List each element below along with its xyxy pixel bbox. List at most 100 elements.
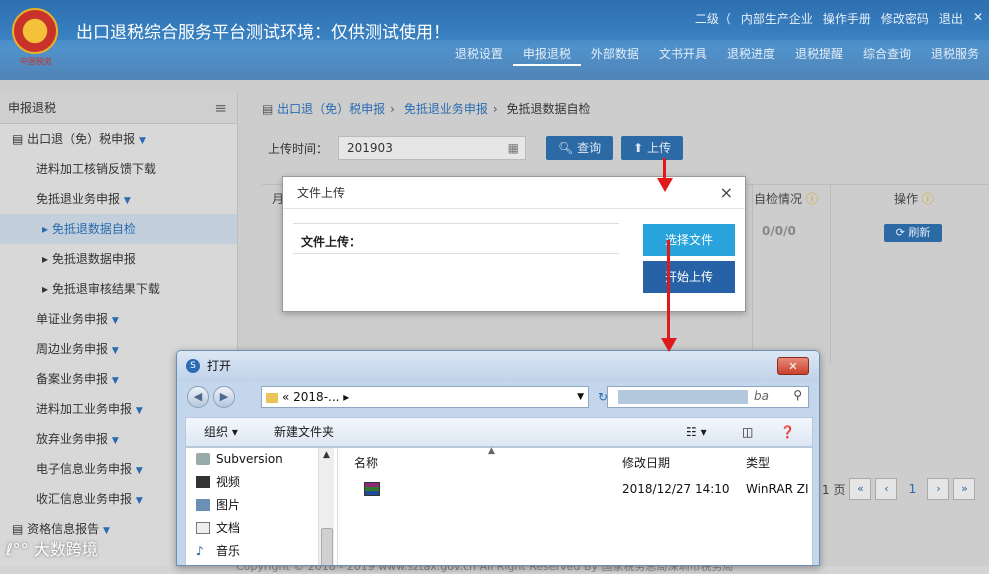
breadcrumb: ▤ 出口退（免）税申报 › 免抵退业务申报 › 免抵退数据自检: [262, 102, 591, 116]
back-icon[interactable]: ◀: [187, 386, 209, 408]
tree-item-subversion[interactable]: Subversion: [186, 448, 337, 471]
col-header-type[interactable]: 类型: [746, 454, 770, 471]
sidebar-item-mdt-self-check[interactable]: ▸ 免抵退数据自检: [0, 214, 237, 244]
file-browser: Subversion 视频 图片 文档 ♪ 音乐 ▲ 名称 ▲ 修改日期 类型 2…: [185, 446, 813, 565]
bullet-icon: ▸: [42, 252, 52, 266]
nav-item-settings[interactable]: 退税设置: [445, 44, 513, 66]
dropdown-arrow-icon[interactable]: ▼: [577, 387, 584, 407]
breadcrumb-item[interactable]: 出口退（免）税申报: [277, 102, 385, 116]
file-type: WinRAR ZI: [746, 482, 809, 496]
top-link-change-password[interactable]: 修改密码: [881, 10, 929, 27]
top-link-manual[interactable]: 操作手册: [823, 10, 871, 27]
calendar-icon[interactable]: ▦: [508, 137, 519, 159]
sidebar-item-export-declare[interactable]: ▤ 出口退（免）税申报 ▼: [0, 124, 237, 154]
page-icon: ▤: [262, 102, 278, 116]
file-date: 2018/12/27 14:10: [622, 482, 730, 496]
menu-toggle-icon[interactable]: ≡: [214, 92, 227, 124]
organize-button[interactable]: 组织 ▾: [204, 418, 238, 446]
file-upload-label: 文件上传：: [301, 235, 362, 249]
prev-page-button[interactable]: ‹: [875, 478, 898, 500]
sidebar-item-feedback-download[interactable]: 进料加工核销反馈下载: [0, 154, 237, 184]
first-page-button[interactable]: «: [849, 478, 872, 500]
refresh-button[interactable]: ⟳ 刷新: [884, 224, 942, 242]
query-button[interactable]: 🔍︎ 查询: [546, 136, 614, 160]
tree-item-pictures[interactable]: 图片: [186, 494, 337, 517]
sidebar-title: 申报退税: [8, 101, 57, 115]
check-status: 0/0/0: [762, 224, 796, 238]
sort-up-icon: ▲: [488, 446, 495, 456]
app-header: 中国税务 出口退税综合服务平台测试环境：仅供测试使用！ 二级（ 内部生产企业 操…: [0, 0, 989, 80]
nav-item-documents[interactable]: 文书开具: [649, 44, 717, 66]
winrar-file-icon[interactable]: [364, 482, 380, 496]
tree-item-music[interactable]: ♪ 音乐: [186, 540, 337, 563]
caret-down-icon: ▼: [111, 316, 119, 326]
open-file-dialog: S 打开 ✕ ◀ ▶ « 2018-... ▸ ▼ ↻ ba ⚲ 组织 ▾ 新建…: [176, 350, 820, 566]
col-header-date[interactable]: 修改日期: [622, 454, 670, 471]
nav-item-declare[interactable]: 申报退税: [512, 44, 581, 66]
tree-scrollbar[interactable]: ▲: [318, 448, 334, 565]
help-icon[interactable]: ⓘ: [922, 192, 934, 206]
tax-emblem-logo: 中国税务: [12, 8, 60, 66]
nav-item-external-data[interactable]: 外部数据: [581, 44, 649, 66]
tree-item-videos[interactable]: 视频: [186, 471, 337, 494]
scroll-up-icon: ▲: [323, 450, 330, 460]
nav-item-reminder[interactable]: 退税提醒: [785, 44, 853, 66]
sidebar-item-mdt-data-declare[interactable]: ▸ 免抵退数据申报: [0, 244, 237, 274]
document-icon: [196, 522, 210, 534]
red-arrow-head: [657, 178, 673, 192]
top-link-logout[interactable]: 退出: [939, 10, 963, 27]
folder-icon: [266, 392, 278, 403]
search-input[interactable]: ba ⚲: [607, 386, 809, 408]
sidebar-item-mdt-business[interactable]: 免抵退业务申报 ▼: [0, 184, 237, 214]
sidebar-item-mdt-audit-download[interactable]: ▸ 免抵退审核结果下载: [0, 274, 237, 304]
nav-tree: Subversion 视频 图片 文档 ♪ 音乐 ▲: [186, 448, 338, 565]
breadcrumb-current: 免抵退数据自检: [506, 102, 591, 116]
bullet-icon: ▸: [42, 282, 52, 296]
close-icon[interactable]: ×: [720, 177, 733, 209]
current-page[interactable]: 1: [901, 482, 923, 496]
address-bar[interactable]: « 2018-... ▸ ▼: [261, 386, 589, 408]
refresh-icon: ⟳: [895, 226, 905, 239]
col-header-name[interactable]: 名称: [354, 454, 378, 471]
watermark-logo-icon: ℓ°°: [6, 540, 29, 559]
caret-down-icon: ▼: [135, 496, 143, 506]
preview-pane-icon[interactable]: ◫: [742, 418, 753, 446]
col-header-ops: 操作 ⓘ: [894, 192, 934, 206]
choose-file-button[interactable]: 选择文件: [643, 224, 735, 256]
picture-icon: [196, 499, 210, 511]
search-icon[interactable]: ⚲: [793, 388, 802, 402]
watermark: ℓ°° 大数跨境: [6, 540, 98, 559]
nav-item-progress[interactable]: 退税进度: [717, 44, 785, 66]
tree-item-documents[interactable]: 文档: [186, 517, 337, 540]
close-icon[interactable]: ✕: [973, 10, 983, 27]
sidebar-header: 申报退税 ≡: [0, 92, 237, 124]
start-upload-button[interactable]: 开始上传: [643, 261, 735, 293]
new-folder-button[interactable]: 新建文件夹: [274, 418, 334, 446]
dialog-toolbar: 组织 ▾ 新建文件夹 ☷ ▾ ◫ ❓: [185, 417, 813, 447]
bullet-icon: ▸: [42, 222, 52, 236]
upload-time-input[interactable]: 201903 ▦: [338, 136, 527, 160]
close-button[interactable]: ✕: [777, 357, 809, 375]
top-link-enterprise[interactable]: 内部生产企业: [741, 10, 813, 27]
help-icon[interactable]: ⓘ: [806, 192, 818, 206]
caret-down-icon: ▼: [139, 136, 146, 146]
upload-button[interactable]: ⬆ 上传: [621, 136, 683, 160]
last-page-button[interactable]: »: [953, 478, 976, 500]
view-options-icon[interactable]: ☷ ▾: [686, 418, 707, 446]
caret-down-icon: ▼: [123, 196, 131, 206]
col-header-check: 自检情况 ⓘ: [754, 192, 818, 206]
nav-item-service[interactable]: 退税服务: [921, 44, 989, 66]
top-link-level[interactable]: 二级（: [695, 10, 731, 27]
upload-time-label: 上传时间：: [268, 141, 329, 156]
upload-icon: ⬆: [633, 141, 644, 155]
red-arrow-down: [667, 240, 670, 340]
next-page-button[interactable]: ›: [927, 478, 950, 500]
red-arrow-head: [661, 338, 677, 352]
nav-item-query[interactable]: 综合查询: [853, 44, 921, 66]
caret-down-icon: ▼: [111, 436, 119, 446]
breadcrumb-item[interactable]: 免抵退业务申报: [404, 102, 488, 116]
sidebar-item-voucher[interactable]: 单证业务申报 ▼: [0, 304, 237, 334]
help-icon[interactable]: ❓: [780, 418, 795, 446]
app-icon: S: [186, 359, 200, 373]
forward-icon[interactable]: ▶: [213, 386, 235, 408]
